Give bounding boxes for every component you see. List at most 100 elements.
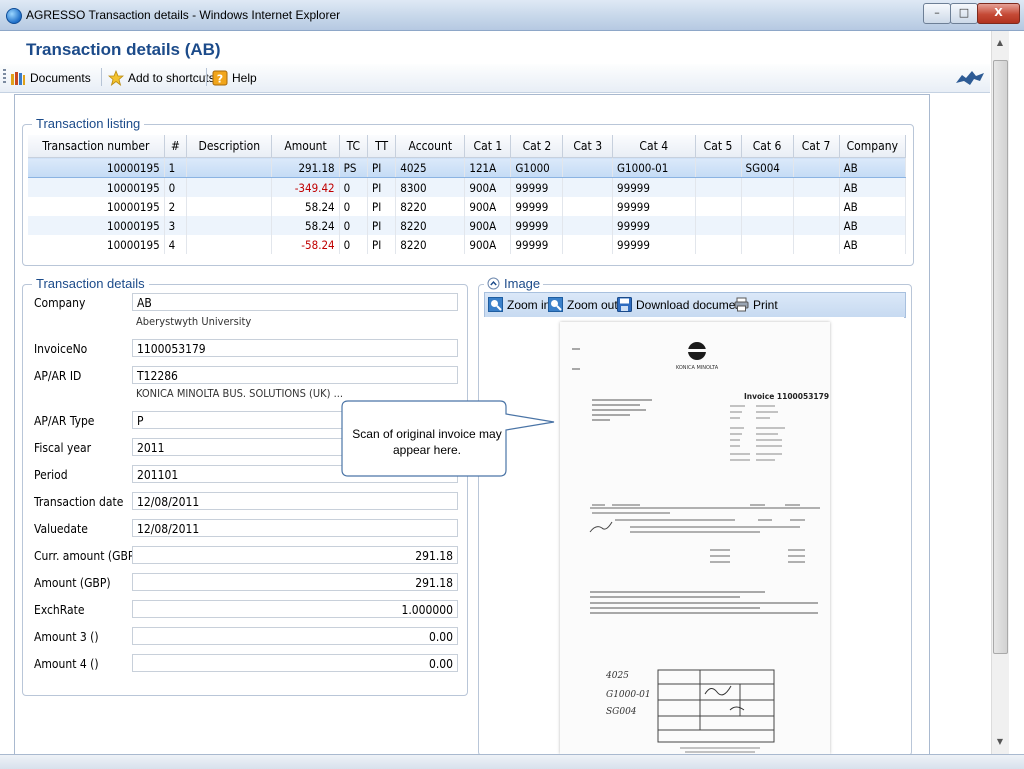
table-header-row: Transaction number # Description Amount … xyxy=(28,135,907,158)
cell-account: 8300 xyxy=(395,177,466,197)
value-date-label: Valuedate xyxy=(34,522,88,536)
column-header[interactable]: Transaction number xyxy=(28,135,165,158)
cell-tt: PI xyxy=(367,216,397,235)
download-document-button[interactable]: Download document xyxy=(617,297,745,312)
table-row[interactable]: 10000195 4 -58.24 0 PI 8220 900A 99999 9… xyxy=(28,235,907,254)
transaction-date-label: Transaction date xyxy=(34,495,124,509)
apar-id-field[interactable]: T12286 xyxy=(132,366,458,384)
cell-cat6 xyxy=(741,177,794,197)
amount-3-field[interactable]: 0.00 xyxy=(132,627,458,645)
table-row[interactable]: 10000195 1 291.18 PS PI 4025 121A G1000 … xyxy=(28,157,907,178)
exch-rate-field[interactable]: 1.000000 xyxy=(132,600,458,618)
add-to-shortcuts-label: Add to shortcuts xyxy=(128,71,215,85)
transaction-listing-title: Transaction listing xyxy=(32,116,145,131)
column-header[interactable]: Cat 7 xyxy=(793,135,840,158)
svg-text:?: ? xyxy=(217,73,223,86)
invoice-no-field[interactable]: 1100053179 xyxy=(132,339,458,357)
add-to-shortcuts-button[interactable]: Add to shortcuts xyxy=(108,70,215,86)
close-button[interactable]: X xyxy=(977,3,1020,24)
transaction-date-field[interactable]: 12/08/2011 xyxy=(132,492,458,510)
cell-company: AB xyxy=(839,197,907,216)
toolbar-grip[interactable] xyxy=(3,69,6,85)
value-date-field[interactable]: 12/08/2011 xyxy=(132,519,458,537)
zoom-in-button[interactable]: Zoom in xyxy=(488,297,550,312)
cell-cat3 xyxy=(562,197,614,216)
exch-rate-label: ExchRate xyxy=(34,603,85,617)
scroll-down-arrow[interactable]: ▼ xyxy=(994,737,1006,746)
image-collapse-toggle[interactable]: Image xyxy=(484,276,544,291)
cell-account: 8220 xyxy=(395,216,466,235)
documents-button[interactable]: Documents xyxy=(10,70,91,86)
cell-cat5 xyxy=(695,197,742,216)
column-header[interactable]: TC xyxy=(339,135,368,158)
column-header[interactable]: Amount xyxy=(271,135,340,158)
cell-description xyxy=(186,157,273,178)
column-header[interactable]: # xyxy=(164,135,188,158)
cell-cat4: G1000-01 xyxy=(612,157,696,178)
toolbar-separator xyxy=(206,68,207,86)
cell-cat6 xyxy=(741,216,794,235)
print-button[interactable]: Print xyxy=(734,297,778,312)
column-header[interactable]: Cat 3 xyxy=(562,135,614,158)
documents-label: Documents xyxy=(30,71,91,85)
zoom-in-label: Zoom in xyxy=(507,297,551,312)
cell-cat1: 900A xyxy=(464,177,512,197)
callout-text: Scan of original invoice may appear here… xyxy=(352,427,502,457)
table-row[interactable]: 10000195 3 58.24 0 PI 8220 900A 99999 99… xyxy=(28,216,907,235)
zoom-out-button[interactable]: Zoom out xyxy=(548,297,618,312)
cell-transaction-number: 10000195 xyxy=(28,157,165,178)
column-header[interactable]: Cat 2 xyxy=(510,135,564,158)
amount-3-label: Amount 3 () xyxy=(34,630,99,644)
cell-cat1: 900A xyxy=(464,216,512,235)
cell-cat7 xyxy=(793,177,840,197)
amount-field[interactable]: 291.18 xyxy=(132,573,458,591)
print-label: Print xyxy=(753,297,778,312)
handwritten-account: 4025 xyxy=(605,671,629,681)
invoice-no-label: InvoiceNo xyxy=(34,342,88,356)
page-title: Transaction details (AB) xyxy=(26,40,221,59)
scroll-up-arrow[interactable]: ▲ xyxy=(994,38,1006,47)
cell-cat7 xyxy=(793,216,840,235)
image-title: Image xyxy=(504,276,541,291)
help-icon: ? xyxy=(212,70,228,86)
period-label: Period xyxy=(34,468,68,482)
column-header[interactable]: Company xyxy=(839,135,907,158)
toolbar-separator xyxy=(101,68,102,86)
help-button[interactable]: ? Help xyxy=(212,70,257,86)
column-header[interactable]: Cat 6 xyxy=(741,135,794,158)
agresso-logo-icon xyxy=(956,71,984,85)
table-row[interactable]: 10000195 2 58.24 0 PI 8220 900A 99999 99… xyxy=(28,197,907,216)
cell-cat7 xyxy=(793,157,840,178)
cell-cat6 xyxy=(741,235,794,254)
minimize-button[interactable]: – xyxy=(923,3,951,24)
zoom-out-label: Zoom out xyxy=(567,297,618,312)
table-row[interactable]: 10000195 0 -349.42 0 PI 8300 900A 99999 … xyxy=(28,177,907,197)
column-header[interactable]: Cat 5 xyxy=(695,135,742,158)
column-header[interactable]: Cat 4 xyxy=(612,135,696,158)
column-header[interactable]: Description xyxy=(186,135,273,158)
amount-4-field[interactable]: 0.00 xyxy=(132,654,458,672)
amount-label: Amount (GBP) xyxy=(34,576,111,590)
cell-cat7 xyxy=(793,235,840,254)
cell-cat4: 99999 xyxy=(612,197,696,216)
maximize-button[interactable]: □ xyxy=(950,3,978,24)
collapse-icon xyxy=(487,277,500,290)
cell-description xyxy=(186,197,273,216)
cell-transaction-number: 10000195 xyxy=(28,197,165,216)
scrollbar-thumb[interactable] xyxy=(993,60,1008,654)
handwritten-cat6: SG004 xyxy=(606,707,637,717)
column-header[interactable]: Account xyxy=(395,135,466,158)
cell-cat1: 900A xyxy=(464,235,512,254)
transaction-listing-table: Transaction number # Description Amount … xyxy=(28,135,907,254)
column-header[interactable]: Cat 1 xyxy=(464,135,512,158)
cell-cat4: 99999 xyxy=(612,177,696,197)
curr-amount-field[interactable]: 291.18 xyxy=(132,546,458,564)
cell-cat5 xyxy=(695,216,742,235)
browser-icon xyxy=(6,8,22,24)
column-header[interactable]: TT xyxy=(367,135,397,158)
cell-cat6: SG004 xyxy=(741,157,794,178)
cell-cat3 xyxy=(562,235,614,254)
cell-company: AB xyxy=(839,235,907,254)
apar-description: KONICA MINOLTA BUS. SOLUTIONS (UK) ... xyxy=(136,387,344,400)
company-field[interactable]: AB xyxy=(132,293,458,311)
